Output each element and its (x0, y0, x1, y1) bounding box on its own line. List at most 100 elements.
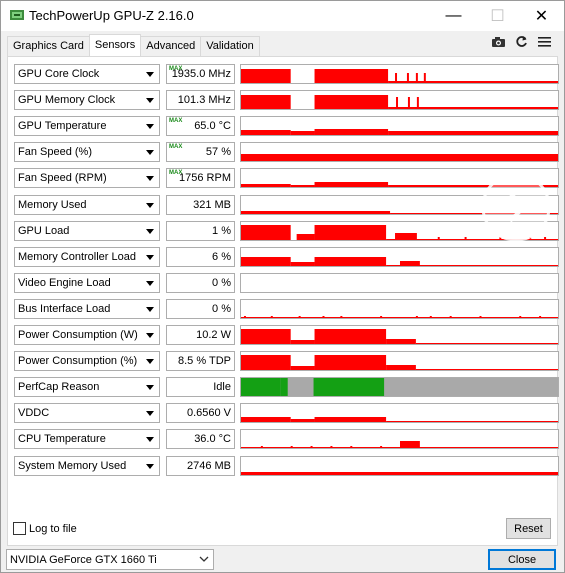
sensor-label: GPU Temperature (18, 120, 107, 133)
tab-sensors[interactable]: Sensors (88, 34, 142, 56)
sensor-value-box: 0 % (166, 272, 235, 293)
sensor-graph-plot (241, 441, 558, 449)
sensor-value: 321 MB (193, 198, 231, 211)
sensor-label: VDDC (18, 407, 50, 420)
sensor-select[interactable]: Fan Speed (RPM) (14, 168, 160, 189)
sensor-select[interactable]: GPU Memory Clock (14, 90, 160, 111)
sensor-select[interactable]: Power Consumption (W) (14, 325, 160, 345)
sensor-label: Memory Used (18, 198, 87, 211)
tab-validation[interactable]: Validation (200, 36, 260, 56)
max-tag: MAX (169, 144, 183, 151)
sensor-value-box: 321 MB (166, 194, 235, 215)
sensor-graph (240, 220, 559, 241)
sensor-value: 0.6560 V (186, 407, 231, 420)
graph-segment (390, 212, 558, 214)
sensor-value: 0 % (212, 302, 231, 315)
sensor-graph (240, 272, 559, 293)
tab-advanced[interactable]: Advanced (140, 36, 202, 56)
tab-graphics-card[interactable]: Graphics Card (7, 36, 90, 56)
sensor-value-box: 101.3 MHz (166, 90, 235, 111)
sensor-graph-plot (241, 129, 558, 136)
menu-icon[interactable] (537, 34, 552, 49)
sensor-select[interactable]: VDDC (14, 403, 160, 424)
sensor-label: GPU Load (18, 224, 70, 237)
dropdown-arrow-icon (146, 98, 154, 104)
graph-segment (415, 369, 558, 371)
graph-segment (290, 340, 315, 344)
sensor-value-box: Idle (166, 377, 235, 398)
sensor-value-box: 1 % (166, 220, 235, 241)
graph-segment (314, 182, 389, 188)
sensor-row: GPU Load 1 % (14, 220, 559, 241)
sensor-label: Memory Controller Load (18, 250, 136, 263)
log-to-file-checkbox[interactable] (13, 522, 26, 535)
sensor-row: Fan Speed (RPM) MAX 1756 RPM (14, 168, 559, 189)
close-button[interactable]: Close (488, 549, 556, 570)
gpu-z-window: TechPowerUp GPU-Z 2.16.0 — ☐ ✕ Graphics … (0, 0, 565, 573)
refresh-icon[interactable] (514, 34, 529, 49)
sensor-graph (240, 246, 559, 267)
camera-icon[interactable] (491, 34, 506, 49)
sensor-select[interactable]: GPU Load (14, 220, 160, 241)
sensor-label: Fan Speed (%) (18, 146, 92, 159)
sensor-graph-plot (241, 471, 558, 475)
graph-segment (314, 355, 387, 371)
sensor-label: Fan Speed (RPM) (18, 172, 107, 185)
sensor-select[interactable]: Memory Controller Load (14, 246, 160, 267)
dropdown-arrow-icon (146, 228, 154, 234)
sensor-select[interactable]: CPU Temperature (14, 429, 160, 450)
sensor-value: Idle (213, 381, 231, 394)
graph-segment (290, 261, 315, 266)
sensor-value: 6 % (212, 250, 231, 263)
sensor-value-box: MAX 57 % (166, 142, 235, 163)
graph-segment (296, 233, 315, 240)
sensor-value-box: MAX 1935.0 MHz (166, 64, 235, 84)
graph-segment (241, 69, 291, 83)
sensor-value: 2746 MB (186, 459, 231, 472)
toolbar (491, 34, 552, 49)
sensor-select[interactable]: GPU Core Clock (14, 64, 160, 84)
sensor-row: PerfCap Reason Idle (14, 377, 559, 398)
sensor-select[interactable]: Power Consumption (%) (14, 351, 160, 372)
sensor-label: Bus Interface Load (18, 302, 111, 315)
window-title: TechPowerUp GPU-Z 2.16.0 (29, 8, 194, 23)
sensor-select[interactable]: System Memory Used (14, 455, 160, 476)
sensor-select[interactable]: Memory Used (14, 194, 160, 215)
sensor-graph-plot (241, 154, 558, 162)
sensor-row: VDDC 0.6560 V (14, 403, 559, 424)
sensor-select[interactable]: GPU Temperature (14, 116, 160, 137)
graph-segment (241, 355, 291, 371)
gpu-select-value: NVIDIA GeForce GTX 1660 Ti (10, 554, 157, 566)
sensor-value: 1 % (212, 224, 231, 237)
sensor-select[interactable]: Video Engine Load (14, 272, 160, 293)
graph-segment (386, 365, 416, 371)
minimize-button[interactable]: — (431, 1, 476, 31)
sensor-graph (240, 455, 559, 476)
sensor-graph-plot (241, 69, 558, 83)
sensor-value: 101.3 MHz (177, 94, 231, 107)
reset-button[interactable]: Reset (506, 518, 551, 539)
graph-segment (241, 184, 291, 188)
sensor-select[interactable]: PerfCap Reason (14, 377, 160, 398)
gpu-select[interactable]: NVIDIA GeForce GTX 1660 Ti (6, 549, 214, 570)
graph-segment (241, 447, 558, 449)
sensor-value-box: 36.0 °C (166, 429, 235, 450)
graph-segment (241, 130, 291, 136)
maximize-button[interactable]: ☐ (475, 1, 520, 31)
graph-segment (399, 441, 420, 449)
graph-segment (415, 343, 558, 344)
dropdown-arrow-icon (146, 411, 154, 417)
sensor-select[interactable]: Fan Speed (%) (14, 142, 160, 163)
sensor-select[interactable]: Bus Interface Load (14, 298, 160, 319)
title-bar[interactable]: TechPowerUp GPU-Z 2.16.0 — ☐ ✕ (1, 1, 564, 31)
sensor-graph (240, 90, 559, 111)
sensor-label: GPU Memory Clock (18, 94, 116, 107)
close-window-button[interactable]: ✕ (519, 1, 564, 31)
sensor-row: Fan Speed (%) MAX 57 % (14, 142, 559, 163)
sensor-value: 65.0 °C (194, 120, 231, 133)
graph-segment (386, 264, 558, 266)
graph-segment (290, 366, 315, 371)
sensor-row: System Memory Used 2746 MB (14, 455, 559, 476)
log-to-file-option[interactable]: Log to file (13, 522, 77, 535)
sensor-graph-plot (241, 182, 558, 188)
